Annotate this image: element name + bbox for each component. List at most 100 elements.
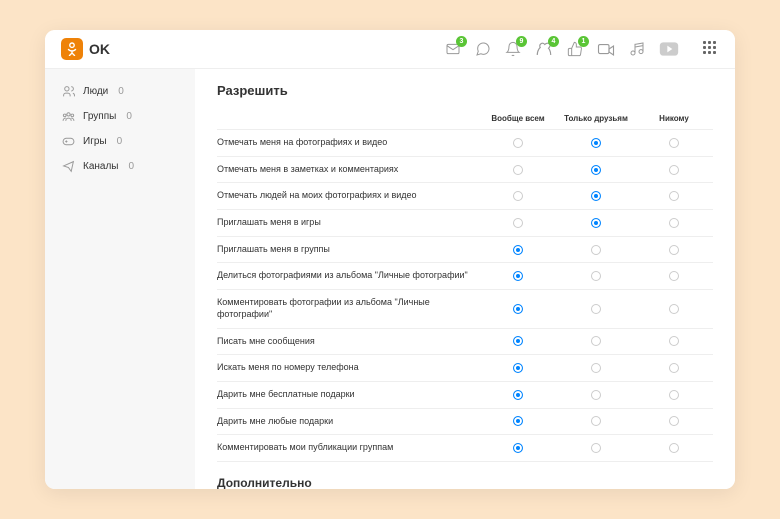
radio-option[interactable] xyxy=(591,218,601,228)
radio-option[interactable] xyxy=(513,304,523,314)
radio-option[interactable] xyxy=(591,363,601,373)
permission-label: Комментировать фотографии из альбома "Ли… xyxy=(217,297,479,320)
logo-icon xyxy=(61,38,83,60)
groups-icon xyxy=(61,110,75,123)
permissions-table: Вообще всем Только друзьям Никому Отмеча… xyxy=(217,108,713,462)
table-row: Делиться фотографиями из альбома "Личные… xyxy=(217,263,713,290)
permission-label: Дарить мне любые подарки xyxy=(217,416,479,428)
radio-option[interactable] xyxy=(669,165,679,175)
table-row: Отмечать меня в заметках и комментариях xyxy=(217,157,713,184)
radio-option[interactable] xyxy=(591,336,601,346)
discussions-icon[interactable] xyxy=(475,41,491,57)
sidebar-item-people[interactable]: Люди 0 xyxy=(45,79,195,104)
permission-label: Дарить мне бесплатные подарки xyxy=(217,389,479,401)
radio-option[interactable] xyxy=(513,165,523,175)
col-nobody: Никому xyxy=(635,114,713,123)
notifications-badge: 9 xyxy=(516,36,527,47)
table-row: Отмечать людей на моих фотографиях и вид… xyxy=(217,183,713,210)
sidebar-count: 0 xyxy=(126,111,132,122)
radio-option[interactable] xyxy=(513,390,523,400)
table-row: Приглашать меня в игры xyxy=(217,210,713,237)
main-content: Разрешить Вообще всем Только друзьям Ник… xyxy=(195,69,735,489)
header: OK 3 9 4 1 xyxy=(45,30,735,69)
radio-option[interactable] xyxy=(591,138,601,148)
table-row: Искать меня по номеру телефона xyxy=(217,355,713,382)
additional-title: Дополнительно xyxy=(217,476,713,489)
games-icon xyxy=(61,135,75,148)
radio-option[interactable] xyxy=(513,336,523,346)
permission-label: Приглашать меня в группы xyxy=(217,244,479,256)
radio-option[interactable] xyxy=(669,191,679,201)
table-row: Комментировать фотографии из альбома "Ли… xyxy=(217,290,713,328)
video-play-icon[interactable] xyxy=(659,41,679,57)
radio-option[interactable] xyxy=(513,245,523,255)
table-row: Писать мне сообщения xyxy=(217,329,713,356)
table-row: Дарить мне любые подарки xyxy=(217,409,713,436)
feedback-icon[interactable]: 1 xyxy=(567,41,583,57)
permission-label: Приглашать меня в игры xyxy=(217,217,479,229)
messages-badge: 3 xyxy=(456,36,467,47)
permission-label: Искать меня по номеру телефона xyxy=(217,362,479,374)
guests-icon[interactable]: 4 xyxy=(535,41,553,57)
radio-option[interactable] xyxy=(669,390,679,400)
radio-option[interactable] xyxy=(513,363,523,373)
table-row: Отмечать меня на фотографиях и видео xyxy=(217,130,713,157)
logo-text: OK xyxy=(89,41,110,57)
radio-option[interactable] xyxy=(513,218,523,228)
apps-menu-icon[interactable] xyxy=(703,41,719,57)
radio-option[interactable] xyxy=(669,363,679,373)
radio-option[interactable] xyxy=(513,138,523,148)
permission-label: Писать мне сообщения xyxy=(217,336,479,348)
col-all: Вообще всем xyxy=(479,114,557,123)
notifications-icon[interactable]: 9 xyxy=(505,41,521,57)
col-friends: Только друзьям xyxy=(557,114,635,123)
radio-option[interactable] xyxy=(669,336,679,346)
radio-option[interactable] xyxy=(591,304,601,314)
radio-option[interactable] xyxy=(669,416,679,426)
radio-option[interactable] xyxy=(591,390,601,400)
table-row: Приглашать меня в группы xyxy=(217,237,713,264)
sidebar-item-channels[interactable]: Каналы 0 xyxy=(45,154,195,179)
nav-icons: 3 9 4 1 xyxy=(445,41,719,57)
sidebar-count: 0 xyxy=(118,86,124,97)
sidebar-label: Каналы xyxy=(83,161,119,172)
sidebar-item-groups[interactable]: Группы 0 xyxy=(45,104,195,129)
permission-label: Отмечать людей на моих фотографиях и вид… xyxy=(217,190,479,202)
radio-option[interactable] xyxy=(669,443,679,453)
table-row: Комментировать мои публикации группам xyxy=(217,435,713,462)
permission-label: Делиться фотографиями из альбома "Личные… xyxy=(217,270,479,282)
radio-option[interactable] xyxy=(513,443,523,453)
radio-option[interactable] xyxy=(513,271,523,281)
radio-option[interactable] xyxy=(513,416,523,426)
sidebar-count: 0 xyxy=(129,161,135,172)
radio-option[interactable] xyxy=(669,218,679,228)
sidebar-count: 0 xyxy=(117,136,123,147)
sidebar-label: Люди xyxy=(83,86,108,97)
radio-option[interactable] xyxy=(591,416,601,426)
radio-option[interactable] xyxy=(591,271,601,281)
video-icon[interactable] xyxy=(597,41,615,57)
music-icon[interactable] xyxy=(629,41,645,57)
table-header: Вообще всем Только друзьям Никому xyxy=(217,108,713,130)
people-icon xyxy=(61,85,75,98)
radio-option[interactable] xyxy=(591,245,601,255)
sidebar-label: Группы xyxy=(83,111,116,122)
logo[interactable]: OK xyxy=(61,38,110,60)
sidebar: Люди 0 Группы 0 Игры 0 Каналы 0 xyxy=(45,69,195,489)
sidebar-item-games[interactable]: Игры 0 xyxy=(45,129,195,154)
feedback-badge: 1 xyxy=(578,36,589,47)
radio-option[interactable] xyxy=(591,165,601,175)
guests-badge: 4 xyxy=(548,36,559,47)
sidebar-label: Игры xyxy=(83,136,107,147)
radio-option[interactable] xyxy=(669,138,679,148)
radio-option[interactable] xyxy=(591,443,601,453)
radio-option[interactable] xyxy=(669,304,679,314)
channels-icon xyxy=(61,160,75,173)
radio-option[interactable] xyxy=(669,245,679,255)
radio-option[interactable] xyxy=(591,191,601,201)
permission-label: Отмечать меня на фотографиях и видео xyxy=(217,137,479,149)
radio-option[interactable] xyxy=(669,271,679,281)
messages-icon[interactable]: 3 xyxy=(445,41,461,57)
radio-option[interactable] xyxy=(513,191,523,201)
body: Люди 0 Группы 0 Игры 0 Каналы 0 Разрешит… xyxy=(45,69,735,489)
